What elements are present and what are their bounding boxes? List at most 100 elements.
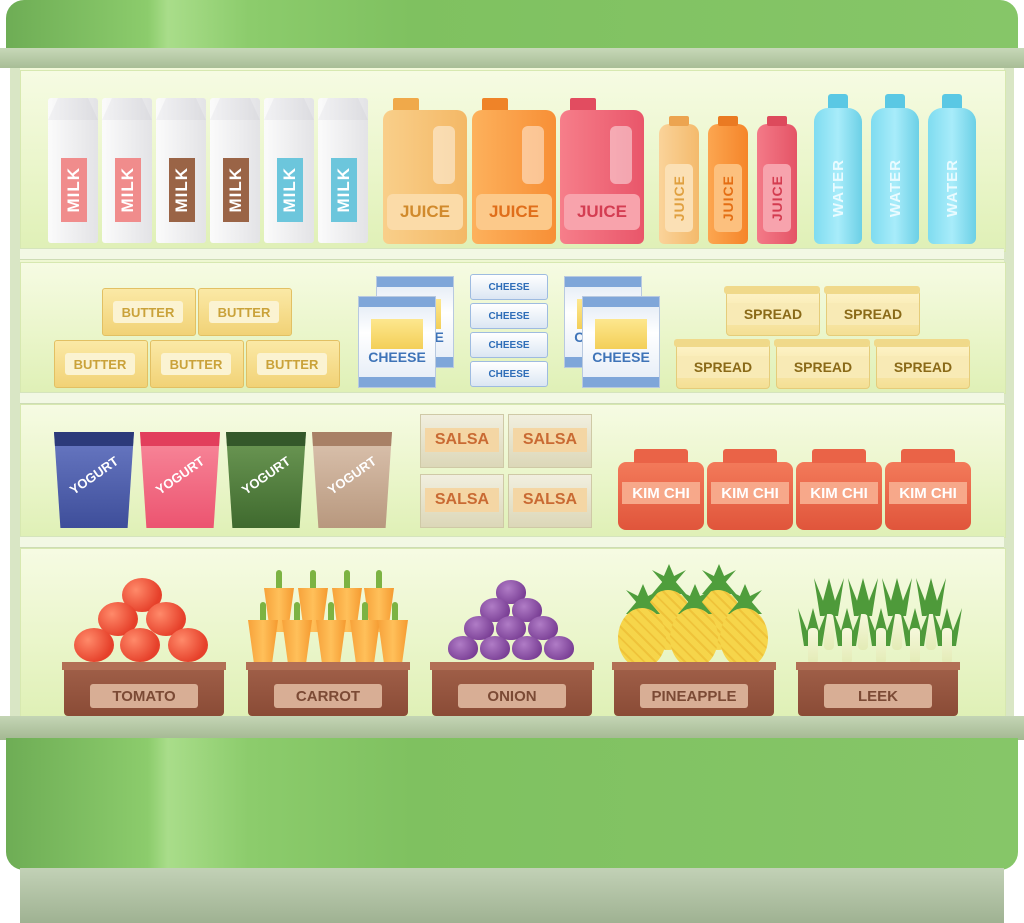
produce-basket: PINEAPPLE xyxy=(612,662,776,716)
juice-jug: JUICE xyxy=(560,98,644,244)
cheese-bag-label: CHEESE xyxy=(368,349,426,365)
kimchi-jar: KIM CHI xyxy=(707,449,793,530)
produce-label: CARROT xyxy=(274,684,382,708)
spread-label: SPREAD xyxy=(877,356,969,378)
butter-block: BUTTER xyxy=(102,288,196,336)
butter-block: BUTTER xyxy=(150,340,244,388)
butter-label: BUTTER xyxy=(161,353,231,375)
butter-label: BUTTER xyxy=(209,301,279,323)
salsa-label: SALSA xyxy=(513,488,587,512)
shelf-2-lip xyxy=(20,392,1004,404)
fridge-top-canopy xyxy=(6,0,1018,50)
yogurt-cup: YOGURT xyxy=(140,432,220,528)
produce-basket: LEEK xyxy=(796,662,960,716)
juice-jug-label: JUICE xyxy=(488,202,540,221)
cheese-stick: CHEESE xyxy=(470,332,548,358)
yogurt-label: YOGURT xyxy=(238,453,294,498)
juice-jug: JUICE xyxy=(472,98,556,244)
yogurt-label: YOGURT xyxy=(152,453,208,498)
milk-label: MILK xyxy=(64,167,83,213)
shelf-3-lip xyxy=(20,536,1004,548)
salsa-tub: SALSA xyxy=(508,474,592,528)
butter-block: BUTTER xyxy=(246,340,340,388)
spread-tub: SPREAD xyxy=(874,339,970,389)
juice-bottle: JUICE xyxy=(757,116,797,244)
milk-carton: MILK xyxy=(102,98,152,243)
juice-bottle-label: JUICE xyxy=(720,174,736,222)
produce-label: TOMATO xyxy=(90,684,198,708)
cheese-stick-label: CHEESE xyxy=(488,368,530,380)
kimchi-label: KIM CHI xyxy=(622,482,700,504)
juice-jug-label: JUICE xyxy=(576,202,628,221)
cheese-stick: CHEESE xyxy=(470,274,548,300)
cheese-bag: CHEESE xyxy=(582,296,660,388)
milk-label-bg: MILK xyxy=(61,158,87,222)
kimchi-jar: KIM CHI xyxy=(885,449,971,530)
yogurt-cup: YOGURT xyxy=(54,432,134,528)
fridge-left-post xyxy=(10,68,20,720)
milk-label: MILK xyxy=(172,167,191,213)
cheese-stick-label: CHEESE xyxy=(488,310,530,322)
butter-label: BUTTER xyxy=(65,353,135,375)
spread-label: SPREAD xyxy=(777,356,869,378)
juice-bottle-label: JUICE xyxy=(671,174,687,222)
butter-label: BUTTER xyxy=(257,353,327,375)
salsa-tub: SALSA xyxy=(420,474,504,528)
cheese-stick-label: CHEESE xyxy=(488,339,530,351)
kimchi-jar: KIM CHI xyxy=(796,449,882,530)
juice-bottle: JUICE xyxy=(708,116,748,244)
kimchi-jar: KIM CHI xyxy=(618,449,704,530)
milk-label: MILK xyxy=(280,167,299,213)
yogurt-label: YOGURT xyxy=(324,453,380,498)
milk-carton: MILK xyxy=(210,98,260,243)
salsa-tub: SALSA xyxy=(420,414,504,468)
salsa-label: SALSA xyxy=(513,428,587,452)
water-bottle: WATER xyxy=(814,94,862,244)
juice-jug: JUICE xyxy=(383,98,467,244)
milk-carton: MILK xyxy=(48,98,98,243)
milk-carton: MILK xyxy=(156,98,206,243)
salsa-tub: SALSA xyxy=(508,414,592,468)
juice-jug-label: JUICE xyxy=(399,202,451,221)
salsa-label: SALSA xyxy=(425,488,499,512)
water-bottle: WATER xyxy=(871,94,919,244)
kimchi-label: KIM CHI xyxy=(889,482,967,504)
milk-carton: MILK xyxy=(318,98,368,243)
fridge-base-panel xyxy=(6,738,1018,870)
milk-label: MILK xyxy=(226,167,245,213)
shelf-1-lip xyxy=(20,248,1004,260)
spread-tub: SPREAD xyxy=(774,339,870,389)
butter-label: BUTTER xyxy=(113,301,183,323)
fridge-base-rail xyxy=(0,716,1024,740)
cheese-stick: CHEESE xyxy=(470,361,548,387)
produce-basket: CARROT xyxy=(246,662,410,716)
cheese-stick: CHEESE xyxy=(470,303,548,329)
spread-tub: SPREAD xyxy=(824,286,920,336)
kimchi-label: KIM CHI xyxy=(711,482,789,504)
spread-label: SPREAD xyxy=(727,303,819,325)
spread-label: SPREAD xyxy=(677,356,769,378)
butter-block: BUTTER xyxy=(54,340,148,388)
juice-bottle: JUICE xyxy=(659,116,699,244)
yogurt-cup: YOGURT xyxy=(226,432,306,528)
produce-basket: TOMATO xyxy=(62,662,226,716)
cheese-bag: CHEESE xyxy=(358,296,436,388)
spread-tub: SPREAD xyxy=(724,286,820,336)
cheese-stick-label: CHEESE xyxy=(488,281,530,293)
water-label: WATER xyxy=(829,158,847,218)
milk-label: MILK xyxy=(118,167,137,213)
cheese-bag-label: CHEESE xyxy=(592,349,650,365)
produce-label: PINEAPPLE xyxy=(640,684,748,708)
water-bottle: WATER xyxy=(928,94,976,244)
produce-basket: ONION xyxy=(430,662,594,716)
spread-tub: SPREAD xyxy=(674,339,770,389)
yogurt-label: YOGURT xyxy=(66,453,122,498)
milk-carton: MILK xyxy=(264,98,314,243)
produce-label: ONION xyxy=(458,684,566,708)
kimchi-label: KIM CHI xyxy=(800,482,878,504)
water-label: WATER xyxy=(943,158,961,218)
salsa-label: SALSA xyxy=(425,428,499,452)
fridge-plinth xyxy=(20,868,1004,923)
fridge-top-rail xyxy=(0,48,1024,68)
butter-block: BUTTER xyxy=(198,288,292,336)
